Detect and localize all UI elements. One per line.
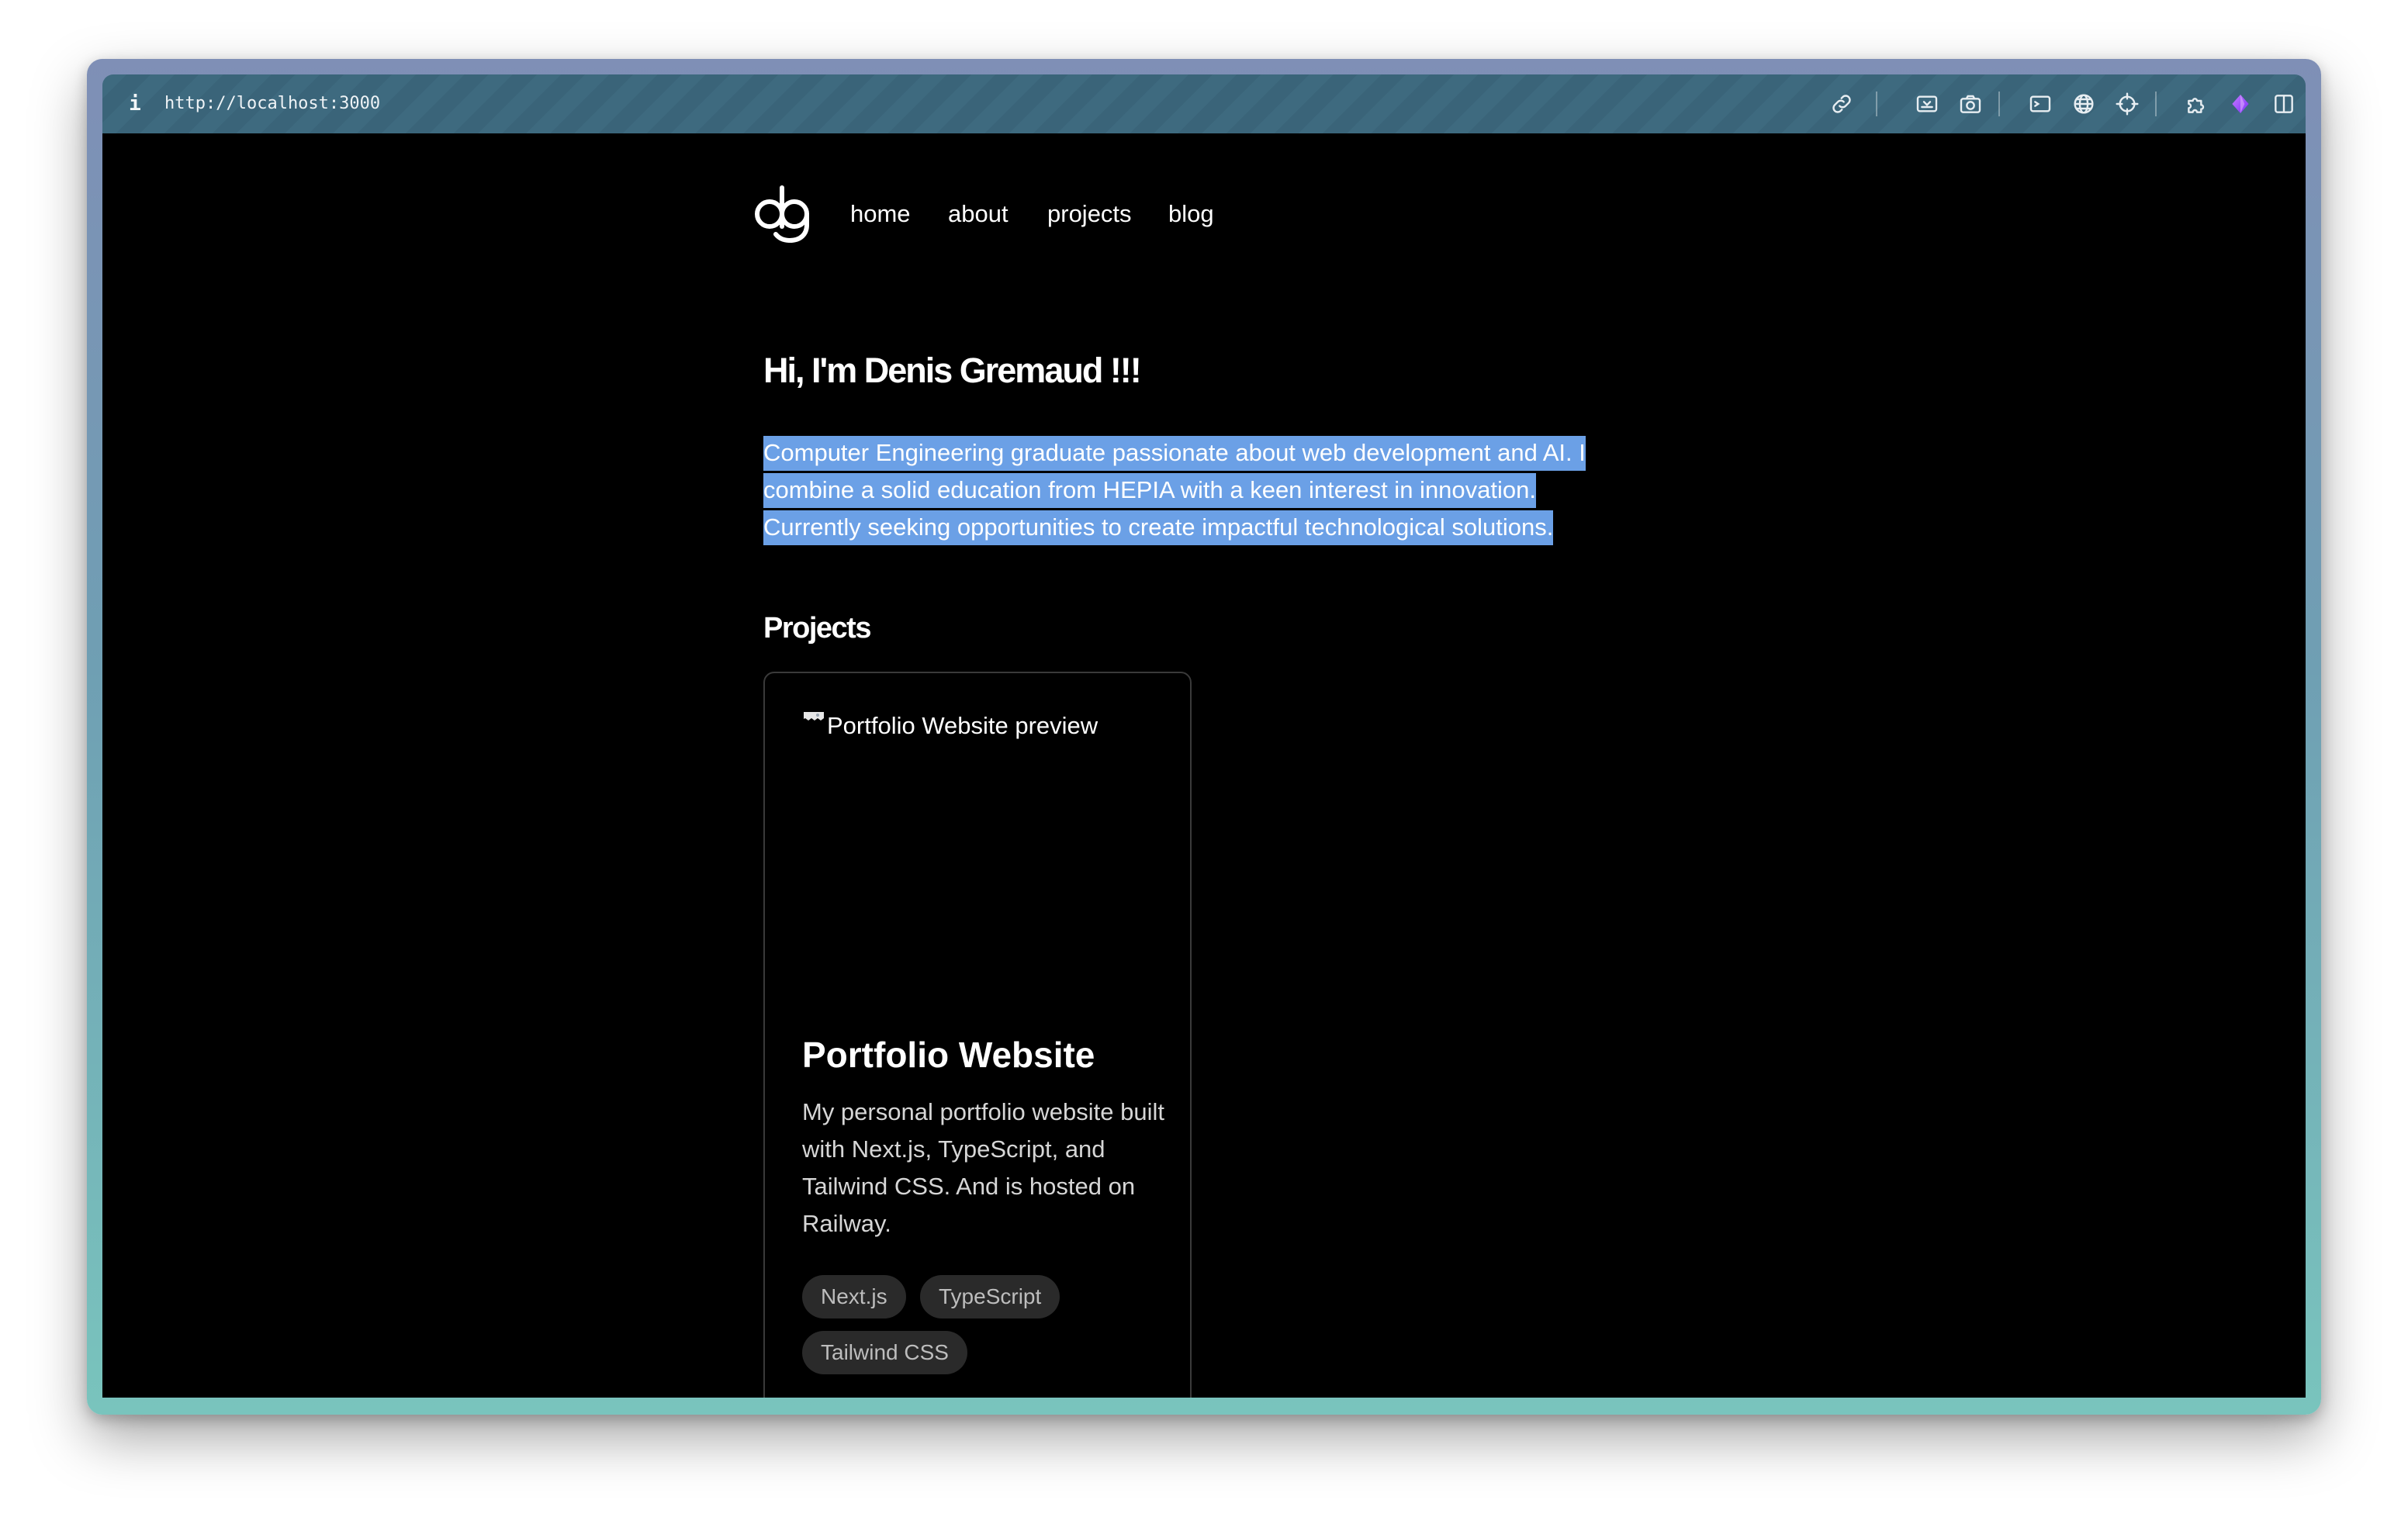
broken-image-icon bbox=[804, 712, 824, 721]
tech-tag: TypeScript bbox=[920, 1275, 1060, 1318]
nav-link-blog[interactable]: blog bbox=[1168, 197, 1214, 231]
bio-line: combine a solid education from HEPIA wit… bbox=[763, 473, 1536, 508]
project-description: My personal portfolio website built with… bbox=[802, 1098, 1164, 1237]
globe-icon[interactable] bbox=[2070, 90, 2098, 118]
tech-tag: Next.js bbox=[802, 1275, 906, 1318]
page-title: Hi, I'm Denis Gremaud !!! bbox=[763, 351, 1142, 390]
image-alt-text: Portfolio Website preview bbox=[827, 712, 1098, 739]
nav-link-projects[interactable]: projects bbox=[1047, 197, 1132, 231]
bio-paragraph: Computer Engineering graduate passionate… bbox=[763, 434, 1648, 546]
extension-puzzle-icon[interactable] bbox=[2183, 90, 2211, 118]
page-viewport: home about projects blog Hi, I'm Denis G… bbox=[102, 133, 2306, 1398]
terminal-icon[interactable] bbox=[2026, 90, 2054, 118]
bio-line: Currently seeking opportunities to creat… bbox=[763, 510, 1554, 545]
project-preview-image[interactable]: Portfolio Website preview bbox=[802, 710, 1156, 990]
projects-heading: Projects bbox=[763, 612, 871, 645]
nav-link-about[interactable]: about bbox=[948, 197, 1009, 231]
browser-window: i http://localhost:3000 home about proje… bbox=[87, 59, 2321, 1415]
info-icon[interactable]: i bbox=[127, 92, 143, 116]
url-text[interactable]: http://localhost:3000 bbox=[164, 92, 380, 116]
site-logo[interactable] bbox=[752, 180, 818, 245]
split-view-icon[interactable] bbox=[2270, 90, 2298, 118]
toolbar-separator bbox=[1998, 92, 2000, 116]
bio-line: Computer Engineering graduate passionate… bbox=[763, 436, 1586, 471]
link-icon[interactable] bbox=[1828, 90, 1856, 118]
toolbar-separator bbox=[1876, 92, 1877, 116]
nav-link-home[interactable]: home bbox=[850, 197, 911, 231]
project-title[interactable]: Portfolio Website bbox=[802, 1033, 1095, 1077]
screenshot-area-icon[interactable] bbox=[1913, 90, 1941, 118]
camera-icon[interactable] bbox=[1956, 90, 1984, 118]
crosshair-icon[interactable] bbox=[2113, 90, 2141, 118]
tech-tag: Tailwind CSS bbox=[802, 1331, 967, 1374]
browser-toolbar: i http://localhost:3000 bbox=[102, 74, 2306, 133]
gem-icon[interactable] bbox=[2226, 90, 2254, 118]
project-card[interactable]: Portfolio Website preview Portfolio Webs… bbox=[763, 672, 1192, 1398]
toolbar-separator bbox=[2155, 92, 2157, 116]
